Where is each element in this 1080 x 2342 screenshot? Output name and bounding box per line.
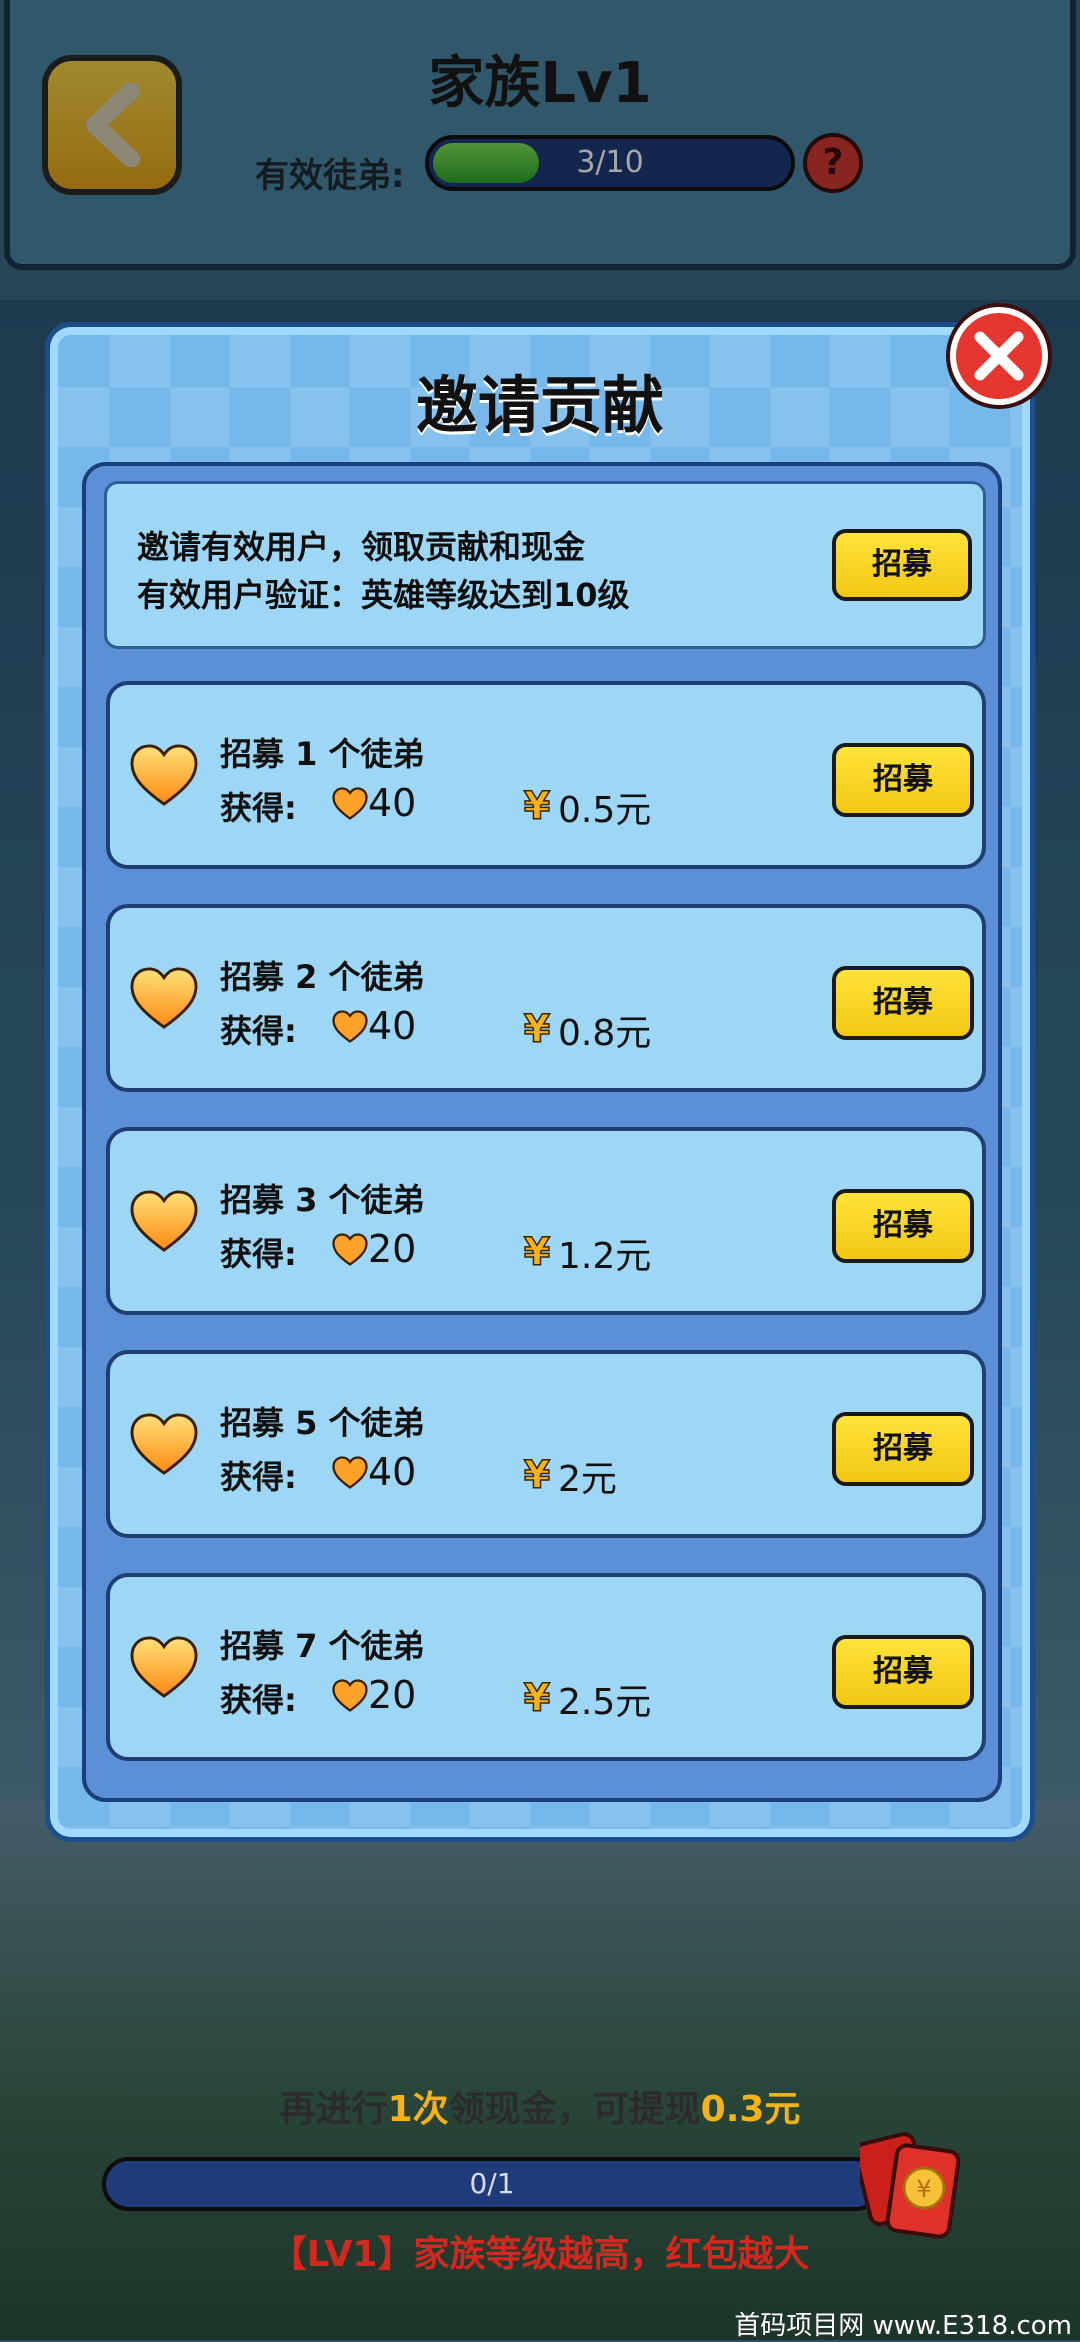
contribution-heart-icon: [332, 787, 368, 820]
dialog-title: 邀请贡献: [415, 369, 664, 442]
yen-icon: ¥: [523, 1008, 551, 1048]
hint-middle: 领现金，可提现: [448, 2089, 701, 2130]
reward-label: 获得:: [220, 1235, 297, 1273]
task-card: 招募 1 个徒弟 获得: 40 ¥0.5元 招募: [106, 681, 986, 869]
heart-icon: [130, 967, 198, 1029]
contribution-heart-icon: [332, 1456, 368, 1489]
dialog-content-panel: 邀请有效用户，领取贡献和现金 有效用户验证：英雄等级达到10级 招募 招募 1 …: [82, 462, 1002, 1802]
svg-text:¥: ¥: [524, 1677, 550, 1717]
task-card: 招募 3 个徒弟 获得: 20 ¥1.2元 招募: [106, 1127, 986, 1315]
svg-text:¥: ¥: [916, 2175, 931, 2203]
contribution-value: 20: [368, 1673, 417, 1717]
close-button[interactable]: [950, 307, 1048, 405]
contribution-heart-icon: [332, 1010, 368, 1043]
heart-icon: [130, 1636, 198, 1698]
recruit-button[interactable]: 招募: [832, 1635, 974, 1709]
watermark: 首码项目网 www.E318.com: [734, 2311, 1072, 2341]
yen-icon: ¥: [523, 1677, 551, 1717]
yen-icon: ¥: [523, 785, 551, 825]
heart-icon: [130, 1413, 198, 1475]
task-title: 招募 1 个徒弟: [220, 735, 425, 773]
contribution-heart-icon: [332, 1679, 368, 1712]
cash-reward: 1.2元: [558, 1236, 652, 1277]
info-line-2: 有效用户验证：英雄等级达到10级: [137, 576, 630, 614]
info-box: 邀请有效用户，领取贡献和现金 有效用户验证：英雄等级达到10级 招募: [104, 481, 986, 649]
contribution-value: 40: [368, 1450, 417, 1494]
svg-text:¥: ¥: [524, 785, 550, 825]
yen-icon: ¥: [523, 1454, 551, 1494]
cash-reward: 2元: [558, 1459, 617, 1500]
heart-icon: [130, 744, 198, 806]
contribution-value: 40: [368, 781, 417, 825]
recruit-button[interactable]: 招募: [832, 1412, 974, 1486]
cash-reward: 0.8元: [558, 1013, 652, 1054]
heart-icon: [130, 1190, 198, 1252]
contribution-value: 40: [368, 1004, 417, 1048]
task-title: 招募 3 个徒弟: [220, 1181, 425, 1219]
contribution-heart-icon: [332, 1233, 368, 1266]
cash-reward: 2.5元: [558, 1682, 652, 1723]
hint-prefix: 再进行: [279, 2089, 388, 2130]
info-line-1: 邀请有效用户，领取贡献和现金: [137, 528, 586, 566]
reward-label: 获得:: [220, 789, 297, 827]
task-title: 招募 5 个徒弟: [220, 1404, 425, 1442]
reward-label: 获得:: [220, 1012, 297, 1050]
task-card: 招募 2 个徒弟 获得: 40 ¥0.8元 招募: [106, 904, 986, 1092]
close-icon: [974, 331, 1024, 381]
cash-reward: 0.5元: [558, 790, 652, 831]
contribution-value: 20: [368, 1227, 417, 1271]
reward-label: 获得:: [220, 1681, 297, 1719]
bottom-hint: 再进行1次领现金，可提现0.3元: [0, 2080, 1080, 2132]
yen-icon: ¥: [523, 1231, 551, 1271]
task-card: 招募 7 个徒弟 获得: 20 ¥2.5元 招募: [106, 1573, 986, 1761]
recruit-button[interactable]: 招募: [832, 743, 974, 817]
cash-progress-text: 0/1: [469, 2167, 515, 2200]
invite-dialog: 邀请贡献 邀请有效用户，领取贡献和现金 有效用户验证：英雄等级达到10级 招募 …: [45, 322, 1035, 1842]
svg-text:¥: ¥: [524, 1454, 550, 1494]
task-card: 招募 5 个徒弟 获得: 40 ¥2元 招募: [106, 1350, 986, 1538]
reward-label: 获得:: [220, 1458, 297, 1496]
cash-progress-bar: 0/1: [102, 2157, 882, 2211]
recruit-button-main[interactable]: 招募: [832, 529, 972, 601]
recruit-button[interactable]: 招募: [832, 966, 974, 1040]
svg-text:¥: ¥: [524, 1231, 550, 1271]
red-envelope-icon[interactable]: ¥: [860, 2130, 970, 2240]
svg-text:¥: ¥: [524, 1008, 550, 1048]
recruit-button[interactable]: 招募: [832, 1189, 974, 1263]
hint-amount: 0.3元: [700, 2089, 801, 2130]
task-title: 招募 2 个徒弟: [220, 958, 425, 996]
task-title: 招募 7 个徒弟: [220, 1627, 425, 1665]
hint-count: 1次: [387, 2089, 449, 2130]
